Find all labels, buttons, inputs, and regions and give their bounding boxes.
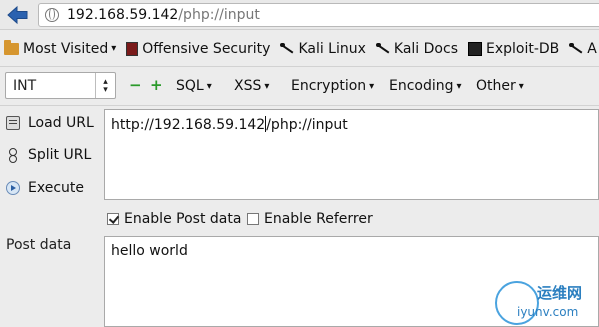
bookmark-label: Exploit-DB bbox=[486, 40, 560, 57]
type-select[interactable]: INT ▴ ▾ bbox=[5, 72, 116, 99]
bookmark-label: Kali Linux bbox=[298, 40, 366, 57]
url-host: 192.168.59.142 bbox=[67, 7, 179, 23]
url-textarea[interactable]: http://192.168.59.142/php://input bbox=[104, 109, 599, 200]
enable-post-checkbox[interactable] bbox=[107, 213, 119, 225]
bookmark-label: Offensive Security bbox=[142, 40, 271, 57]
bookmark-offensive-security[interactable]: Offensive Security bbox=[126, 41, 270, 57]
navigation-bar: 192.168.59.142/php://input bbox=[0, 0, 599, 30]
load-url-label: Load URL bbox=[28, 115, 94, 131]
bookmark-exploit-db[interactable]: Exploit-DB bbox=[468, 41, 559, 57]
execute-label: Execute bbox=[28, 180, 84, 196]
post-data-value: hello world bbox=[111, 243, 188, 259]
bookmark-label: A bbox=[587, 40, 597, 57]
kali-dragon-icon bbox=[280, 42, 294, 55]
chevron-down-icon: ▾ bbox=[264, 80, 270, 92]
menu-xss[interactable]: XSS ▾ bbox=[234, 78, 269, 94]
bookmark-aircrack[interactable]: A bbox=[569, 41, 597, 57]
back-button[interactable] bbox=[6, 4, 30, 26]
menu-label: Encryption bbox=[291, 78, 367, 94]
chevron-down-icon: ▾ bbox=[369, 80, 375, 92]
play-icon bbox=[6, 181, 20, 195]
chevron-down-icon: ▾ bbox=[518, 80, 524, 92]
folder-icon bbox=[4, 39, 19, 55]
bookmarks-toolbar: Most Visited ▾ Offensive Security Kali L… bbox=[0, 31, 599, 67]
enable-referrer-checkbox[interactable] bbox=[247, 213, 259, 225]
increase-button[interactable]: + bbox=[150, 76, 163, 94]
back-arrow-icon bbox=[7, 5, 28, 25]
split-url-button[interactable]: Split URL bbox=[6, 147, 91, 163]
enable-post-label: Enable Post data bbox=[124, 211, 242, 227]
execute-button[interactable]: Execute bbox=[6, 180, 84, 196]
post-data-label: Post data bbox=[6, 237, 72, 253]
load-url-button[interactable]: Load URL bbox=[6, 115, 94, 131]
scissors-icon bbox=[6, 148, 20, 163]
enable-post-option[interactable]: Enable Post data bbox=[107, 211, 241, 227]
watermark-title: 运维网 bbox=[537, 284, 583, 302]
bookmark-label: Most Visited bbox=[23, 40, 109, 57]
url-text-before-cursor: http://192.168.59.142 bbox=[111, 117, 266, 133]
globe-icon bbox=[45, 8, 59, 22]
address-bar[interactable]: 192.168.59.142/php://input bbox=[38, 3, 599, 27]
watermark-logo: 运维网 iyunv.com bbox=[495, 278, 599, 327]
enable-referrer-label: Enable Referrer bbox=[264, 211, 373, 227]
hackbar-toolbar: INT ▴ ▾ − + SQL ▾ XSS ▾ Encryption ▾ Encodin… bbox=[0, 68, 599, 106]
menu-other[interactable]: Other ▾ bbox=[476, 78, 524, 94]
chevron-down-icon: ▾ bbox=[206, 80, 212, 92]
type-select-value: INT bbox=[13, 77, 37, 94]
bookmark-kali-linux[interactable]: Kali Linux bbox=[280, 40, 366, 57]
enable-referrer-option[interactable]: Enable Referrer bbox=[247, 211, 373, 227]
menu-label: Encoding bbox=[389, 78, 454, 94]
watermark-subtitle: iyunv.com bbox=[517, 305, 579, 319]
bookmark-kali-docs[interactable]: Kali Docs bbox=[375, 40, 458, 57]
load-url-icon bbox=[6, 116, 20, 130]
menu-label: SQL bbox=[176, 78, 204, 94]
url-text-after-cursor: /php://input bbox=[266, 117, 348, 133]
menu-encoding[interactable]: Encoding ▾ bbox=[389, 78, 462, 94]
kali-dragon-icon bbox=[375, 42, 390, 55]
updown-arrows-icon: ▴ ▾ bbox=[95, 73, 115, 98]
url-path: /php://input bbox=[178, 7, 260, 23]
chevron-down-icon: ▾ bbox=[111, 43, 117, 54]
menu-encryption[interactable]: Encryption ▾ bbox=[291, 78, 374, 94]
menu-label: Other bbox=[476, 78, 516, 94]
decrease-button[interactable]: − bbox=[129, 76, 142, 94]
split-url-label: Split URL bbox=[28, 147, 92, 163]
aircrack-icon bbox=[569, 42, 583, 55]
bookmark-most-visited[interactable]: Most Visited ▾ bbox=[4, 39, 117, 57]
chevron-down-icon: ▾ bbox=[456, 80, 462, 92]
bookmark-label: Kali Docs bbox=[393, 40, 458, 57]
offensive-security-icon bbox=[126, 41, 139, 56]
menu-label: XSS bbox=[234, 78, 262, 94]
exploit-db-icon bbox=[468, 41, 482, 56]
menu-sql[interactable]: SQL ▾ bbox=[176, 78, 212, 94]
